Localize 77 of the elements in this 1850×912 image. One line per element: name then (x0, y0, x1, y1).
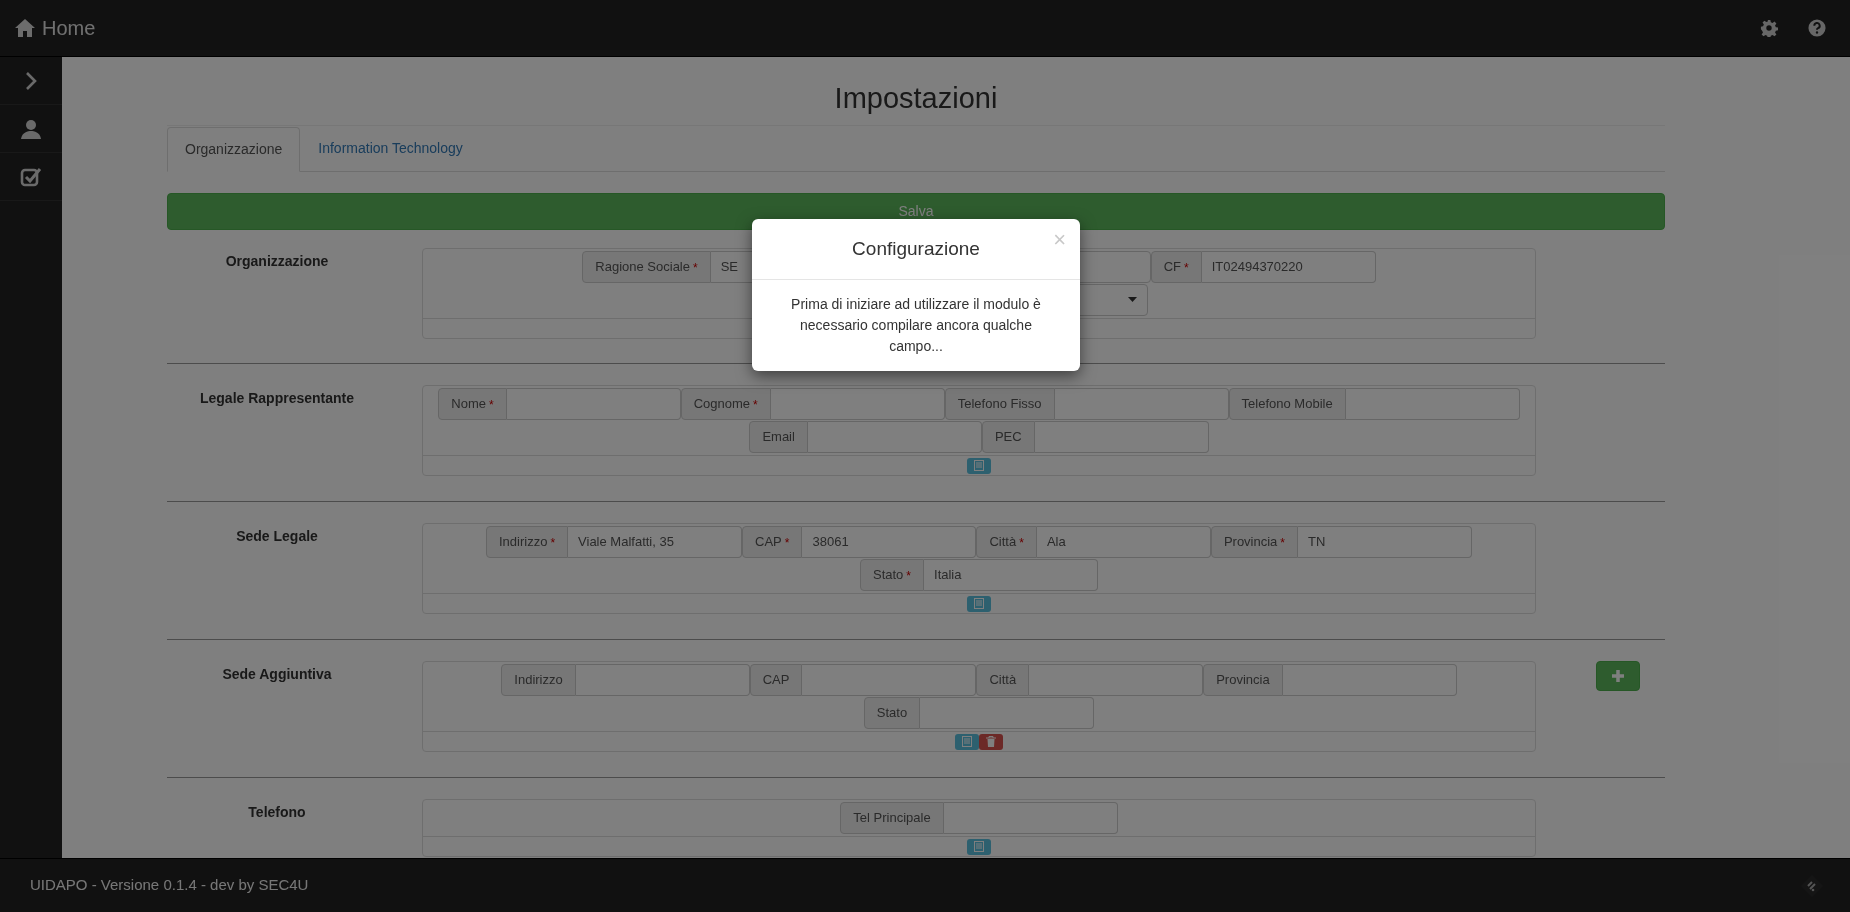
required-mark: * (489, 396, 494, 414)
page-title: Impostazioni (167, 57, 1665, 126)
add-button[interactable] (1596, 660, 1640, 691)
modal-message: Prima di iniziare ad utilizzare il modulo è necessario compilare ancora qualche campo... (790, 295, 1042, 356)
version-text: UIDAPO - Versione 0.1.4 - dev by SEC4U (30, 875, 309, 896)
input-field[interactable] (807, 420, 982, 453)
field-label: Cognome (693, 394, 751, 413)
field-label: Tel Principale (853, 808, 931, 827)
required-mark: * (906, 567, 911, 585)
input-field[interactable] (1054, 387, 1229, 420)
field-label: PEC (994, 427, 1022, 446)
input-field[interactable] (1029, 663, 1204, 696)
field-label: CAP (755, 532, 782, 551)
input-field[interactable]: 38061 (802, 525, 977, 558)
document-icon (974, 598, 984, 609)
required-mark: * (1184, 259, 1189, 277)
required-mark: * (784, 534, 790, 552)
input-field[interactable]: IT02494370220 (1201, 250, 1376, 283)
plus-icon (1611, 668, 1625, 683)
field-label: Provincia (1216, 670, 1270, 689)
section-title: Sede Aggiuntiva (222, 664, 332, 684)
input-field[interactable]: Viale Malfatti, 35 (568, 525, 743, 558)
input-field[interactable]: TN (1298, 525, 1472, 558)
required-mark: * (1280, 534, 1285, 552)
input-field[interactable]: Ala (1036, 525, 1211, 558)
document-icon (962, 736, 972, 747)
checkbox-icon[interactable] (20, 165, 42, 188)
input-field[interactable] (1345, 387, 1520, 420)
field-label: Città (989, 670, 1017, 689)
field-label: CF (1163, 257, 1181, 276)
details-button[interactable] (967, 595, 991, 612)
home-icon (14, 18, 36, 38)
home-link[interactable]: Home (14, 13, 96, 43)
field-label: Indirizzo (498, 532, 548, 551)
input-field[interactable] (770, 387, 945, 420)
tab[interactable]: Organizzazione (167, 126, 301, 172)
required-mark: * (753, 396, 758, 414)
input-field[interactable]: Italia (924, 558, 1098, 591)
trash-icon (986, 736, 996, 747)
required-mark: * (693, 259, 698, 277)
details-button[interactable] (955, 733, 979, 750)
input-field[interactable] (920, 696, 1095, 729)
field-label: Telefono Mobile (1241, 394, 1333, 413)
required-mark: * (1019, 534, 1024, 552)
section-title: Organizzazione (225, 251, 329, 271)
save-button[interactable]: Salva (167, 192, 1665, 230)
help-icon[interactable] (1808, 19, 1826, 37)
input-field[interactable] (802, 663, 977, 696)
field-label: Stato (873, 565, 904, 584)
required-mark: * (550, 534, 556, 552)
field-label: Provincia (1223, 532, 1278, 551)
delete-button[interactable] (979, 733, 1003, 750)
field-label: Email (762, 427, 795, 446)
settings-icon[interactable] (1760, 19, 1778, 37)
document-icon (974, 460, 984, 471)
section-title: Telefono (248, 802, 306, 822)
field-label: Indirizzo (514, 670, 563, 689)
input-field[interactable] (1034, 420, 1209, 453)
input-field[interactable] (506, 387, 681, 420)
section-title: Sede Legale (236, 526, 318, 546)
caret-icon (1128, 297, 1137, 302)
field-label: Telefono Fisso (957, 394, 1042, 413)
input-field[interactable] (943, 801, 1118, 834)
field-label: Ragione Sociale (595, 257, 690, 276)
document-icon (974, 841, 984, 852)
field-label: Nome (451, 394, 487, 413)
section-title: Legale Rappresentante (199, 388, 355, 408)
field-label: CAP (762, 670, 790, 689)
input-field[interactable] (1282, 663, 1457, 696)
details-button[interactable] (967, 838, 991, 855)
modal-title: Configurazione (852, 236, 980, 261)
details-button[interactable] (967, 457, 991, 474)
field-label: Città (989, 532, 1017, 551)
tab[interactable]: Information Technology (300, 125, 481, 171)
input-field[interactable] (575, 663, 750, 696)
user-icon[interactable] (20, 117, 42, 140)
field-label: Stato (876, 703, 908, 722)
